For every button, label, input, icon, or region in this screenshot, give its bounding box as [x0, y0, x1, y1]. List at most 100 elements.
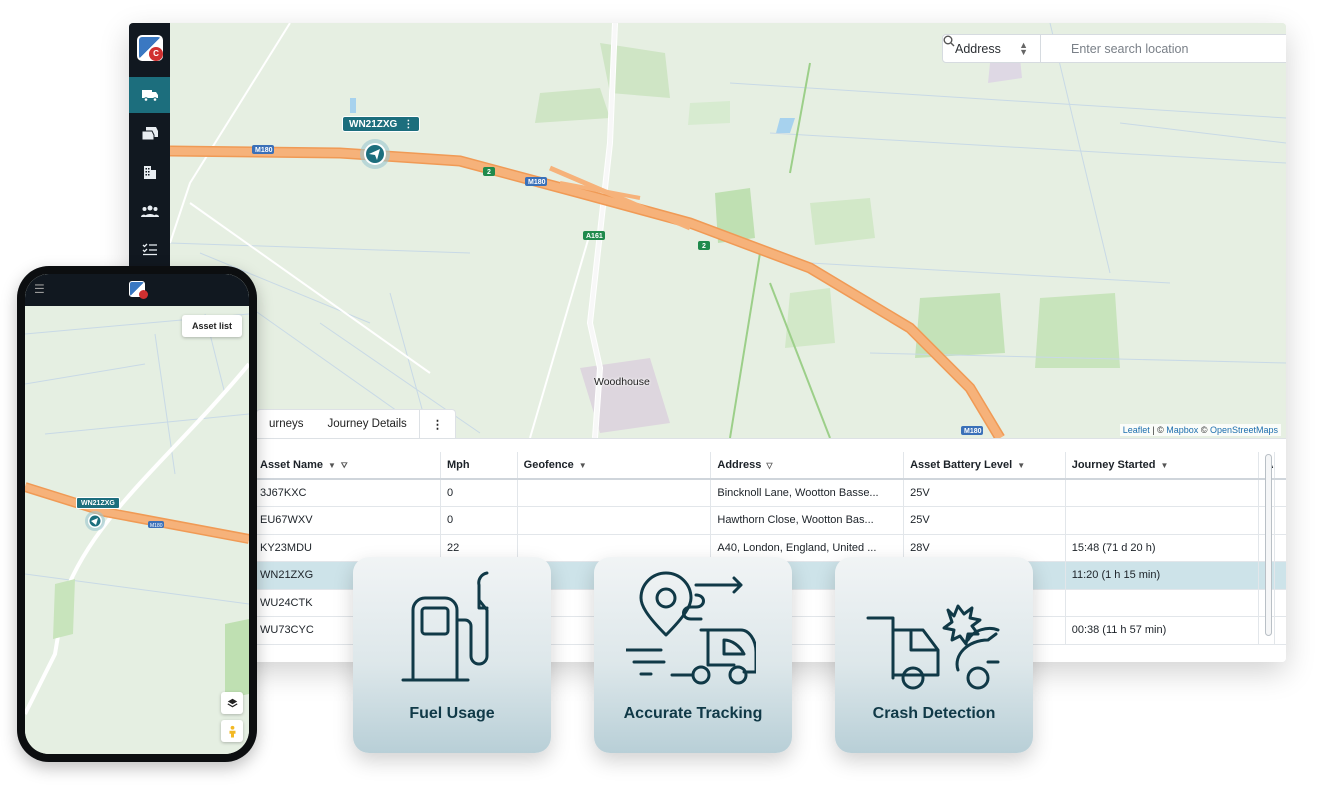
phone-vehicle-label[interactable]: WN21ZXG	[76, 497, 120, 509]
sidebar-item-fleet[interactable]	[129, 115, 170, 151]
vehicle-marker[interactable]	[360, 139, 390, 169]
cell-geofence	[517, 479, 712, 507]
row-menu-button[interactable]: ⋮	[1274, 616, 1286, 645]
mapbox-link[interactable]: Mapbox	[1166, 425, 1198, 435]
search-type-value: Address	[955, 41, 1001, 56]
row-menu-button[interactable]: ⋮	[1274, 479, 1286, 507]
cell-battery: 25V	[903, 506, 1066, 535]
phone-layers-button[interactable]	[221, 692, 243, 714]
checklist-icon	[142, 243, 157, 256]
logo-badge: C	[149, 47, 163, 61]
fuel-pump-icon	[401, 571, 489, 682]
phone-screen: M180 ☰ Asset list WN21ZXG	[25, 274, 249, 754]
feature-label: Accurate Tracking	[623, 705, 763, 722]
vehicles-icon	[141, 127, 158, 141]
sort-caret-icon[interactable]: ▼	[1160, 461, 1168, 470]
column-battery-level[interactable]: Asset Battery Level ▼	[903, 452, 1066, 480]
feature-card-crash-detection: Crash Detection	[835, 557, 1033, 753]
column-mph[interactable]: Mph	[440, 452, 518, 480]
cell-battery: 25V	[903, 479, 1066, 507]
sidebar-item-sites[interactable]	[129, 154, 170, 190]
column-address[interactable]: Address ▽	[710, 452, 905, 480]
junction-label: 2	[487, 169, 491, 176]
sidebar-item-vehicles[interactable]	[129, 77, 170, 113]
filter-icon[interactable]: ▽	[766, 461, 772, 470]
map-base: M180 2 M180 A161 2 M180	[170, 23, 1286, 438]
table-scrollbar[interactable]	[1265, 454, 1272, 636]
column-label: Geofence	[523, 459, 574, 471]
column-label: Address	[717, 459, 762, 471]
cell-journey-started: 00:38 (11 h 57 min)	[1065, 616, 1260, 645]
feature-label: Fuel Usage	[409, 705, 495, 722]
search-location-input[interactable]	[1071, 41, 1286, 56]
hamburger-menu-icon[interactable]: ☰	[34, 282, 45, 296]
road-label-m180: M180	[255, 147, 273, 154]
sort-caret-icon[interactable]: ▼	[579, 461, 587, 470]
feature-card-fuel-usage: Fuel Usage	[353, 557, 551, 753]
road-label-m180: M180	[528, 179, 546, 186]
phone-vehicle-marker[interactable]	[85, 511, 105, 531]
table-header-row: Asset Name ▼ ⛛ Mph Geofence ▼ Address ▽ Asse…	[254, 452, 1286, 480]
pegman-icon	[229, 725, 235, 737]
updown-chevron-icon: ▲ ▼	[1019, 40, 1028, 57]
road-label-a161: A161	[586, 233, 603, 240]
leaflet-link[interactable]: Leaflet	[1123, 425, 1150, 435]
column-label: Asset Battery Level	[910, 459, 1013, 471]
crash-icon	[866, 604, 1000, 690]
tab-journey-details[interactable]: Journey Details	[316, 410, 419, 438]
phone-map[interactable]: M180	[25, 274, 249, 754]
tabs-menu-button[interactable]: ⋮	[418, 410, 456, 438]
column-menu-button[interactable]: ⋮	[1274, 452, 1286, 480]
sort-caret-icon[interactable]: ▼	[328, 461, 336, 470]
search-type-select[interactable]: Address ▲ ▼	[943, 35, 1041, 62]
column-journey-started[interactable]: Journey Started ▼	[1065, 452, 1260, 480]
cell-journey-started: 15:48 (71 d 20 h)	[1065, 534, 1260, 562]
phone-road-label: M180	[150, 523, 163, 529]
phone-logo-badge	[139, 290, 148, 299]
cell-geofence	[517, 506, 712, 535]
cell-journey-started	[1065, 479, 1260, 507]
map-attribution: Leaflet | © Mapbox © OpenStreetMaps	[1119, 424, 1281, 436]
sidebar-item-users[interactable]	[129, 193, 170, 229]
osm-link[interactable]: OpenStreetMaps	[1210, 425, 1278, 435]
column-asset-name[interactable]: Asset Name ▼ ⛛	[254, 452, 441, 480]
vehicle-label-menu[interactable]: ⋮	[403, 119, 413, 130]
sidebar-item-tasks[interactable]	[129, 231, 170, 267]
filter-icon[interactable]: ⛛	[341, 461, 348, 470]
location-search-bar: Address ▲ ▼	[942, 34, 1286, 63]
attribution-sep: | ©	[1149, 425, 1167, 435]
vehicle-label-text: WN21ZXG	[349, 118, 398, 130]
cell-asset-name: EU67WXV	[254, 506, 441, 535]
attribution-sep: ©	[1198, 425, 1210, 435]
composite-stage: C M180 2 M180 A161 2 M180 WN21ZXG ⋮ Wood…	[0, 0, 1323, 792]
tab-journeys[interactable]: urneys	[257, 410, 316, 438]
building-icon	[143, 166, 156, 179]
feature-card-accurate-tracking: Accurate Tracking	[594, 557, 792, 753]
map-view[interactable]: M180 2 M180 A161 2 M180 WN21ZXG ⋮ Woodho…	[170, 23, 1286, 438]
row-menu-button[interactable]: ⋮	[1274, 589, 1286, 617]
cell-address: Bincknoll Lane, Wootton Basse...	[710, 479, 905, 507]
feature-label: Crash Detection	[872, 705, 996, 722]
phone-street-view-button[interactable]	[221, 720, 243, 742]
table-row[interactable]: 3J67KXC 0 Bincknoll Lane, Wootton Basse.…	[254, 479, 1286, 507]
cell-asset-name: 3J67KXC	[254, 479, 441, 507]
table-row[interactable]: EU67WXV 0 Hawthorn Close, Wootton Bas...…	[254, 506, 1286, 535]
bottom-tabs: urneys Journey Details ⋮	[256, 409, 457, 438]
row-menu-button[interactable]: ⋮	[1274, 534, 1286, 562]
phone-app-header: ☰	[25, 274, 249, 306]
table-scrollbar-thumb[interactable]	[1265, 454, 1272, 636]
users-icon	[140, 205, 159, 217]
vehicle-label[interactable]: WN21ZXG ⋮	[342, 116, 421, 132]
row-menu-button[interactable]: ⋮	[1274, 506, 1286, 535]
asset-list-button[interactable]: Asset list	[182, 315, 242, 337]
cell-journey-started	[1065, 589, 1260, 617]
cell-journey-started: 11:20 (1 h 15 min)	[1065, 561, 1260, 590]
truck-icon	[141, 90, 158, 102]
row-menu-button[interactable]: ⋮	[1274, 561, 1286, 590]
layers-icon	[226, 698, 238, 707]
cell-journey-started	[1065, 506, 1260, 535]
column-geofence[interactable]: Geofence ▼	[517, 452, 712, 480]
cell-mph: 0	[440, 506, 518, 535]
cell-mph: 0	[440, 479, 518, 507]
sort-caret-icon[interactable]: ▼	[1017, 461, 1025, 470]
